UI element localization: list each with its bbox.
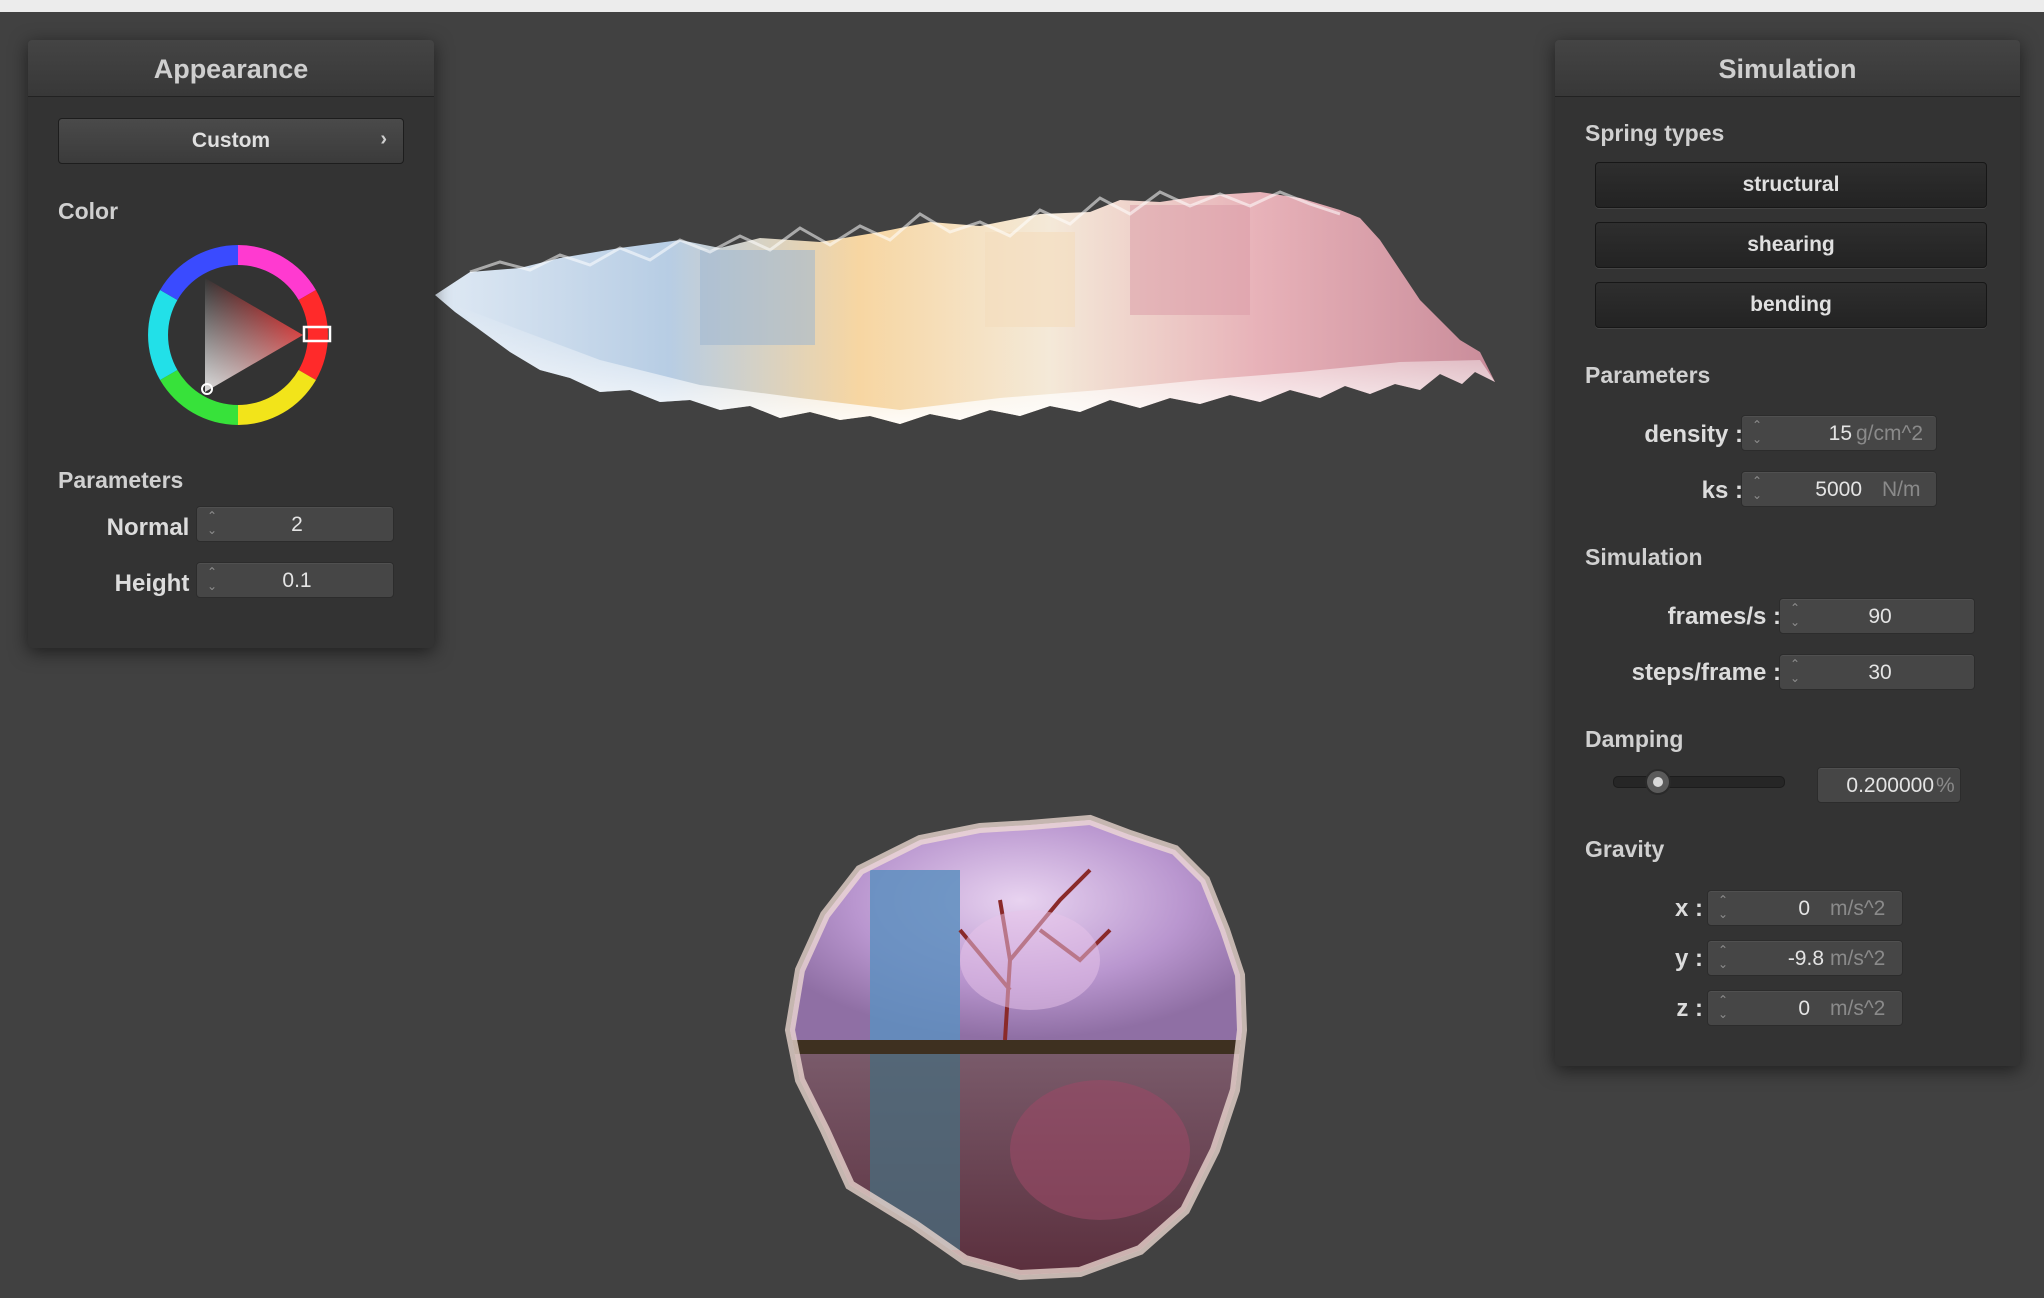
gravity-y-label: y : — [1674, 945, 1703, 972]
simulation-panel: Simulation Spring types structural shear… — [1555, 40, 2020, 1066]
gravity-y-input[interactable]: ⌃ ⌄ -9.8 m/s^2 — [1707, 940, 1903, 976]
height-label: Height : — [114, 570, 204, 597]
preset-dropdown-label: Custom — [191, 129, 271, 152]
spinner-icon[interactable]: ⌃ ⌄ — [1788, 601, 1802, 629]
damping-value: 0.200000 — [1846, 774, 1934, 797]
gravity-y-value: -9.8 — [1787, 947, 1824, 970]
gravity-x-label: x : — [1674, 895, 1703, 922]
damping-label: Damping — [1585, 726, 1684, 752]
gravity-z-unit: m/s^2 — [1830, 997, 1886, 1020]
gravity-x-unit: m/s^2 — [1830, 897, 1886, 920]
damping-unit: % — [1936, 774, 1955, 797]
simulation-parameters-label: Parameters — [1585, 362, 1711, 388]
height-input[interactable]: ⌃ ⌄ 0.1 — [196, 562, 394, 598]
appearance-panel-title: Appearance — [28, 40, 434, 97]
structural-button[interactable]: structural — [1595, 162, 1987, 208]
bending-button[interactable]: bending — [1595, 282, 1987, 328]
steps-label: steps/frame : — [1631, 659, 1781, 686]
fps-input[interactable]: ⌃ ⌄ 90 — [1779, 598, 1975, 634]
spring-types-label: Spring types — [1585, 120, 1725, 146]
window-top-strip — [0, 0, 2044, 12]
appearance-panel: Appearance Custom › Color Parameters Nor… — [28, 40, 434, 648]
simulation-panel-title: Simulation — [1555, 40, 2020, 97]
color-wheel[interactable] — [143, 240, 333, 430]
gravity-x-value: 0 — [1798, 897, 1810, 920]
ks-value: 5000 — [1815, 478, 1862, 501]
spinner-icon[interactable]: ⌃ ⌄ — [1750, 474, 1764, 502]
damping-slider-handle[interactable] — [1645, 769, 1671, 795]
density-input[interactable]: ⌃ ⌄ 15 g/cm^2 — [1741, 415, 1937, 451]
ks-unit: N/m — [1882, 478, 1921, 501]
steps-input[interactable]: ⌃ ⌄ 30 — [1779, 654, 1975, 690]
gravity-z-value: 0 — [1798, 997, 1810, 1020]
steps-value: 30 — [1868, 661, 1892, 684]
normal-label: Normal : — [106, 514, 204, 541]
gravity-z-label: z : — [1676, 995, 1703, 1022]
density-unit: g/cm^2 — [1856, 422, 1924, 445]
spinner-icon[interactable]: ⌃ ⌄ — [1716, 993, 1730, 1021]
fps-label: frames/s : — [1667, 603, 1781, 630]
ks-label: ks : — [1701, 477, 1743, 504]
chevron-right-icon: › — [380, 128, 387, 150]
normal-input[interactable]: ⌃ ⌄ 2 — [196, 506, 394, 542]
ks-input[interactable]: ⌃ ⌄ 5000 N/m — [1741, 471, 1937, 507]
appearance-parameters-label: Parameters — [58, 467, 184, 493]
gravity-label: Gravity — [1585, 836, 1665, 862]
shearing-button[interactable]: shearing — [1595, 222, 1987, 268]
cloth-mesh — [435, 190, 1495, 424]
spinner-icon[interactable]: ⌃ ⌄ — [1716, 893, 1730, 921]
damping-slider[interactable] — [1613, 769, 1785, 795]
gravity-z-input[interactable]: ⌃ ⌄ 0 m/s^2 — [1707, 990, 1903, 1026]
simulation-section-label: Simulation — [1585, 544, 1703, 570]
normal-value: 2 — [291, 513, 303, 536]
preset-dropdown[interactable]: Custom › — [58, 118, 404, 164]
spinner-icon[interactable]: ⌃ ⌄ — [205, 509, 219, 537]
spinner-icon[interactable]: ⌃ ⌄ — [1788, 657, 1802, 685]
spinner-icon[interactable]: ⌃ ⌄ — [205, 565, 219, 593]
gravity-y-unit: m/s^2 — [1830, 947, 1886, 970]
spinner-icon[interactable]: ⌃ ⌄ — [1716, 943, 1730, 971]
height-value: 0.1 — [282, 569, 312, 592]
density-value: 15 — [1828, 422, 1852, 445]
density-label: density : — [1644, 421, 1743, 448]
textured-sphere — [784, 814, 1248, 1281]
fps-value: 90 — [1868, 605, 1892, 628]
gravity-x-input[interactable]: ⌃ ⌄ 0 m/s^2 — [1707, 890, 1903, 926]
damping-input[interactable]: 0.200000 % — [1817, 767, 1961, 803]
spinner-icon[interactable]: ⌃ ⌄ — [1750, 418, 1764, 446]
color-section-label: Color — [58, 198, 119, 224]
